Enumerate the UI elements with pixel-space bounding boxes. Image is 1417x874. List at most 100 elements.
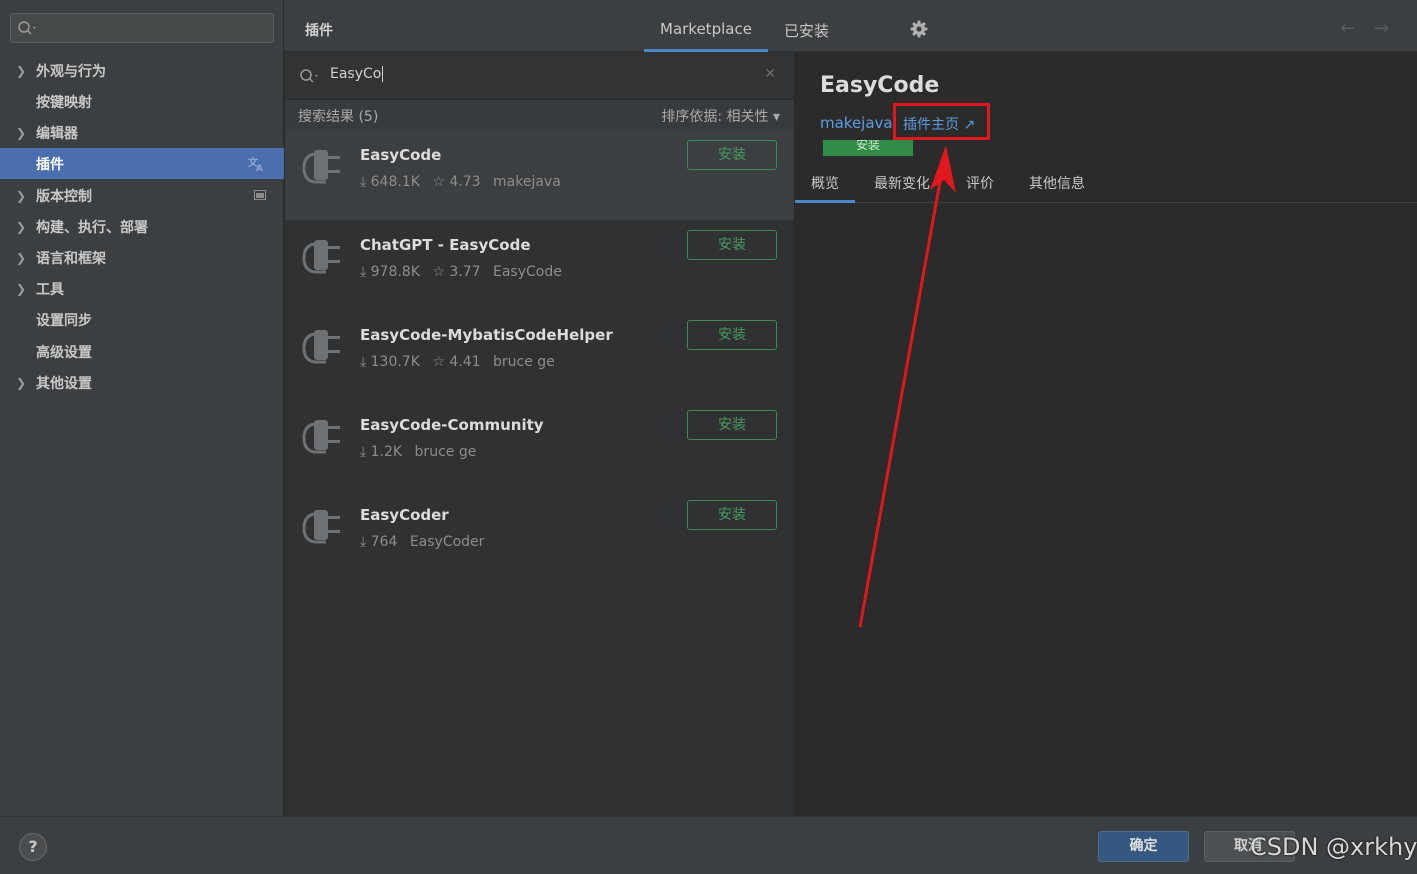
gear-icon[interactable] <box>910 20 928 38</box>
sidebar-item-label: 工具 <box>36 281 64 298</box>
plugin-name: EasyCode-MybatisCodeHelper <box>360 326 613 344</box>
sidebar-item-settings-sync[interactable]: 设置同步 <box>0 304 284 335</box>
detail-vendor-link[interactable]: makejava <box>820 114 893 132</box>
download-count: ⤓ 130.7K <box>360 354 420 370</box>
plugin-name: EasyCoder <box>360 506 449 524</box>
download-count: ⤓ 1.2K <box>360 444 403 460</box>
plugin-row[interactable]: EasyCoder ⤓ 764 EasyCoder 安装 <box>285 490 794 580</box>
download-count: ⤓ 764 <box>360 534 398 550</box>
sidebar-item-other[interactable]: ❯ 其他设置 <box>0 367 284 398</box>
rating: ☆ 4.73 <box>432 174 481 190</box>
plugin-row[interactable]: ChatGPT - EasyCode ⤓ 978.8K ☆ 3.77 EasyC… <box>285 220 794 310</box>
sidebar-item-keymap[interactable]: 按键映射 <box>0 86 284 117</box>
plugin-meta: ⤓ 978.8K ☆ 3.77 EasyCode <box>360 264 570 280</box>
install-button[interactable]: 安装 <box>687 140 777 170</box>
sidebar-item-label: 其他设置 <box>36 375 92 392</box>
tab-additional-info[interactable]: 其他信息 <box>1029 173 1085 193</box>
plugin-vendor: bruce ge <box>414 444 477 460</box>
text-caret <box>382 66 384 82</box>
sidebar-item-label: 插件 <box>36 156 64 173</box>
sidebar-item-editor[interactable]: ❯ 编辑器 <box>0 117 284 148</box>
chevron-right-icon[interactable]: ❯ <box>16 189 32 203</box>
install-button[interactable]: 安装 <box>687 230 777 260</box>
chevron-right-icon[interactable]: ❯ <box>16 251 32 265</box>
plugin-meta: ⤓ 130.7K ☆ 4.41 bruce ge <box>360 354 563 370</box>
chevron-right-icon[interactable]: ❯ <box>16 126 32 140</box>
plugin-plug-icon <box>302 330 340 364</box>
chevron-right-icon[interactable]: ❯ <box>16 376 32 390</box>
detail-plugin-name: EasyCode <box>820 73 940 98</box>
plugin-vendor: EasyCoder <box>409 534 485 550</box>
plugin-meta: ⤓ 1.2K bruce ge <box>360 444 484 460</box>
results-bar: 搜索结果 (5) 排序依据: 相关性 ▾ <box>285 100 794 130</box>
project-scope-icon <box>254 190 266 200</box>
plugin-name: EasyCode <box>360 146 442 164</box>
sidebar-item-label: 语言和框架 <box>36 250 106 267</box>
rating: ☆ 4.41 <box>432 354 481 370</box>
plugin-vendor: makejava <box>493 174 561 190</box>
sidebar-item-advanced[interactable]: 高级设置 <box>0 336 284 367</box>
search-icon <box>18 21 36 35</box>
plugin-detail-panel: EasyCode makejava 插件主页 ↗ 安装 概览 最新变化 评价 其… <box>795 52 1417 816</box>
search-icon <box>300 69 318 83</box>
plugin-meta: ⤓ 648.1K ☆ 4.73 makejava <box>360 174 569 190</box>
tab-overview[interactable]: 概览 <box>795 173 855 203</box>
sidebar-item-appearance[interactable]: ❯ 外观与行为 <box>0 55 284 86</box>
annotation-highlight-box <box>893 103 990 140</box>
translate-icon: 文 A <box>248 156 263 172</box>
clear-search-icon[interactable]: ✕ <box>764 66 776 82</box>
sidebar-item-label: 外观与行为 <box>36 63 106 80</box>
plugin-plug-icon <box>302 240 340 274</box>
svg-text:A: A <box>256 164 263 172</box>
plugin-list-panel: EasyCo ✕ 搜索结果 (5) 排序依据: 相关性 ▾ EasyCode ⤓… <box>285 52 794 816</box>
page-title: 插件 <box>305 23 333 39</box>
watermark: CSDN @xrkhy <box>1250 833 1417 861</box>
download-count: ⤓ 978.8K <box>360 264 420 280</box>
dialog-footer: ? 确定 取消 CSDN @xrkhy <box>0 816 1417 874</box>
plugin-meta: ⤓ 764 EasyCoder <box>360 534 492 550</box>
settings-sidebar: ❯ 外观与行为 按键映射 ❯ 编辑器 插件 文 A ❯ 版本控制 ❯ 构建、执行… <box>0 0 284 816</box>
install-button[interactable]: 安装 <box>687 500 777 530</box>
tab-installed[interactable]: 已安装 <box>784 20 829 41</box>
plugin-plug-icon <box>302 150 340 184</box>
plugin-row[interactable]: EasyCode-MybatisCodeHelper ⤓ 130.7K ☆ 4.… <box>285 310 794 400</box>
sidebar-item-label: 编辑器 <box>36 125 78 142</box>
plugin-row[interactable]: EasyCode-Community ⤓ 1.2K bruce ge 安装 <box>285 400 794 490</box>
download-count: ⤓ 648.1K <box>360 174 420 190</box>
results-count: 搜索结果 (5) <box>298 109 379 125</box>
sidebar-item-label: 高级设置 <box>36 344 92 361</box>
tab-whats-new[interactable]: 最新变化 <box>874 173 930 193</box>
ok-button[interactable]: 确定 <box>1098 831 1189 862</box>
chevron-right-icon[interactable]: ❯ <box>16 282 32 296</box>
plugin-plug-icon <box>302 510 340 544</box>
rating: ☆ 3.77 <box>432 264 481 280</box>
plugin-vendor: bruce ge <box>493 354 555 370</box>
sidebar-item-languages[interactable]: ❯ 语言和框架 <box>0 242 284 273</box>
plugin-vendor: EasyCode <box>493 264 562 280</box>
install-button[interactable]: 安装 <box>687 410 777 440</box>
detail-install-button[interactable]: 安装 <box>823 140 913 156</box>
tab-reviews[interactable]: 评价 <box>966 173 994 193</box>
sidebar-item-label: 按键映射 <box>36 94 92 111</box>
sidebar-item-label: 版本控制 <box>36 188 92 205</box>
settings-search-input[interactable] <box>10 13 274 43</box>
install-button[interactable]: 安装 <box>687 320 777 350</box>
sidebar-item-label: 构建、执行、部署 <box>36 219 148 236</box>
plugin-row[interactable]: EasyCode ⤓ 648.1K ☆ 4.73 makejava 安装 <box>285 130 794 220</box>
tab-marketplace[interactable]: Marketplace <box>644 20 768 52</box>
chevron-right-icon[interactable]: ❯ <box>16 220 32 234</box>
forward-arrow-icon[interactable]: → <box>1374 18 1389 39</box>
plugins-header: 插件 Marketplace 已安装 ← → <box>284 0 1417 52</box>
back-arrow-icon[interactable]: ← <box>1340 18 1355 39</box>
sidebar-item-build[interactable]: ❯ 构建、执行、部署 <box>0 211 284 242</box>
help-button[interactable]: ? <box>19 833 47 861</box>
sidebar-item-tools[interactable]: ❯ 工具 <box>0 273 284 304</box>
plugin-plug-icon <box>302 420 340 454</box>
detail-tabs: 概览 最新变化 评价 其他信息 <box>795 163 1417 203</box>
plugin-name: ChatGPT - EasyCode <box>360 236 531 254</box>
sidebar-item-version-control[interactable]: ❯ 版本控制 <box>0 180 284 211</box>
sort-dropdown[interactable]: 排序依据: 相关性 ▾ <box>661 106 780 126</box>
plugin-search-input[interactable]: EasyCo ✕ <box>285 52 794 100</box>
sidebar-item-plugins[interactable]: 插件 文 A <box>0 148 284 179</box>
chevron-right-icon[interactable]: ❯ <box>16 64 32 78</box>
